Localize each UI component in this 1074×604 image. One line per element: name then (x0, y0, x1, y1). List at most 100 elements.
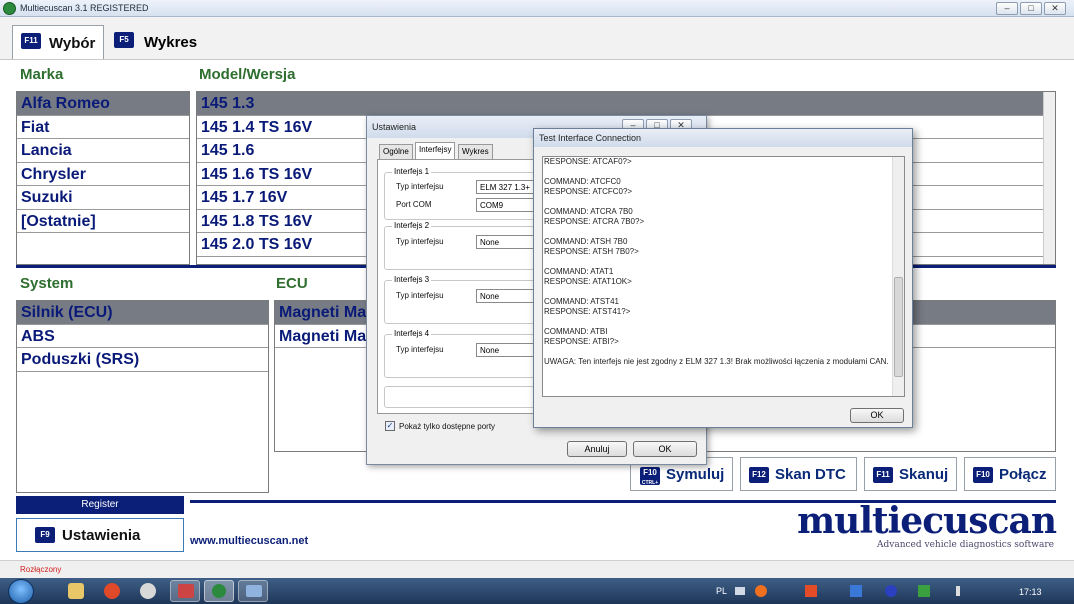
explorer-icon[interactable] (68, 583, 84, 599)
taskbar-multiecuscan[interactable] (204, 580, 234, 602)
window-icon (178, 584, 194, 598)
model-header: Model/Wersja (199, 66, 296, 83)
interface-4-title: Interfejs 4 (392, 329, 432, 338)
list-item[interactable]: 145 1.3 (197, 92, 1055, 116)
minimize-icon: – (1004, 3, 1010, 13)
log-scrollbar[interactable] (892, 157, 904, 396)
window-titlebar: Multiecuscan 3.1 REGISTERED – □ ✕ (0, 0, 1074, 17)
logo-name: multiecuscan (797, 500, 1057, 542)
tab-wykres-label: Wykres (144, 34, 198, 51)
scan-dtc-button[interactable]: F12 Skan DTC (740, 457, 857, 491)
model-list-scrollbar[interactable] (1043, 92, 1055, 264)
close-button[interactable]: ✕ (1044, 2, 1066, 15)
tab-strip: F11 Wybór F5 Wykres (0, 17, 1074, 60)
test-connection-title: Test Interface Connection (534, 129, 912, 147)
tab-general[interactable]: Ogólne (379, 144, 413, 159)
list-item[interactable]: Suzuki (17, 186, 189, 210)
cancel-button[interactable]: Anuluj (567, 441, 627, 457)
scan-label: Skanuj (899, 466, 949, 483)
system-header: System (20, 275, 74, 292)
maximize-icon: □ (1028, 3, 1034, 13)
connect-label: Połącz (999, 466, 1047, 483)
available-ports-checkbox[interactable]: ✓ (385, 421, 395, 431)
empty-group (384, 386, 544, 408)
clock[interactable]: 17:13 (1019, 587, 1042, 597)
marka-list[interactable]: Alfa Romeo Fiat Lancia Chrysler Suzuki [… (16, 91, 190, 265)
close-icon: ✕ (1051, 3, 1059, 13)
tray-app-icon[interactable] (850, 585, 862, 597)
list-item[interactable]: Lancia (17, 139, 189, 163)
chrome-icon[interactable] (104, 583, 120, 599)
tab-interfaces[interactable]: Interfejsy (415, 142, 456, 160)
status-bar: Rozłączony (0, 560, 1074, 578)
connection-log[interactable]: RESPONSE: ATCAF0?> COMMAND: ATCFC0 RESPO… (542, 156, 905, 397)
list-item[interactable]: Fiat (17, 116, 189, 139)
tray-app-icon[interactable] (755, 585, 767, 597)
interface-4-type-label: Typ interfejsu (396, 345, 444, 354)
test-connection-dialog: Test Interface Connection RESPONSE: ATCA… (533, 128, 913, 428)
f5-key-icon: F5 (114, 32, 134, 48)
tab-wybor[interactable]: F11 Wybór (12, 25, 104, 59)
register-button[interactable]: Register (16, 496, 184, 514)
simulate-label: Symuluj (666, 466, 725, 483)
tab-wybor-label: Wybór (49, 35, 96, 52)
logo-tagline: Advanced vehicle diagnostics software (877, 540, 1054, 550)
interface-1-title: Interfejs 1 (392, 167, 432, 176)
f10-ctrl-key-icon: F10 CTRL+ (640, 467, 660, 486)
window-title: Multiecuscan 3.1 REGISTERED (20, 3, 149, 13)
scan-button[interactable]: F11 Skanuj (864, 457, 957, 491)
taskbar-app-3[interactable] (238, 580, 268, 602)
f11-key-icon: F11 (873, 467, 893, 483)
key-label: F10 (643, 468, 657, 477)
tray-app-icon[interactable] (805, 585, 817, 597)
app-icon[interactable] (140, 583, 156, 599)
log-scroll-thumb[interactable] (894, 277, 903, 377)
list-item[interactable]: Poduszki (SRS) (17, 348, 268, 372)
available-ports-label: Pokaż tylko dostępne porty (399, 422, 496, 431)
interface-3-type-label: Typ interfejsu (396, 291, 444, 300)
settings-label: Ustawienia (62, 527, 141, 544)
ecu-header: ECU (276, 275, 308, 292)
taskbar-app-1[interactable] (170, 580, 200, 602)
f12-key-icon: F12 (749, 467, 769, 483)
interface-1-type-label: Typ interfejsu (396, 182, 444, 191)
list-item[interactable]: Silnik (ECU) (17, 301, 268, 325)
website-link[interactable]: www.multiecuscan.net (190, 535, 308, 547)
ok-button[interactable]: OK (633, 441, 697, 457)
multiecuscan-icon (212, 584, 226, 598)
connection-status: Rozłączony (20, 565, 62, 574)
list-item[interactable]: ABS (17, 325, 268, 348)
app-icon (3, 2, 16, 15)
test-ok-button[interactable]: OK (850, 408, 904, 423)
list-item[interactable]: [Ostatnie] (17, 210, 189, 233)
marka-header: Marka (20, 66, 64, 83)
interface-1-port-label: Port COM (396, 200, 432, 209)
connect-button[interactable]: F10 Połącz (964, 457, 1056, 491)
bluetooth-icon[interactable] (885, 585, 897, 597)
keyboard-icon[interactable] (735, 587, 745, 595)
list-item[interactable]: Alfa Romeo (17, 92, 189, 116)
f10-key-icon: F10 (973, 467, 993, 483)
key-sub-label: CTRL+ (641, 480, 659, 486)
language-indicator[interactable]: PL (716, 586, 727, 596)
tray-icons (735, 585, 971, 599)
volume-icon[interactable] (956, 586, 968, 596)
logo: multiecuscan Advanced vehicle diagnostic… (797, 500, 1057, 550)
f11-key-icon: F11 (21, 33, 41, 49)
tab-chart[interactable]: Wykres (458, 144, 493, 159)
system-list[interactable]: Silnik (ECU) ABS Poduszki (SRS) (16, 300, 269, 493)
start-button[interactable] (8, 579, 34, 604)
list-item[interactable]: Chrysler (17, 163, 189, 186)
f9-key-icon: F9 (35, 527, 55, 543)
interface-3-title: Interfejs 3 (392, 275, 432, 284)
minimize-button[interactable]: – (996, 2, 1018, 15)
monitor-icon (246, 585, 262, 597)
interface-2-type-label: Typ interfejsu (396, 237, 444, 246)
scan-dtc-label: Skan DTC (775, 466, 846, 483)
tab-wykres[interactable]: F5 Wykres (108, 25, 200, 59)
log-text: RESPONSE: ATCAF0?> COMMAND: ATCFC0 RESPO… (544, 157, 889, 366)
interface-2-title: Interfejs 2 (392, 221, 432, 230)
maximize-button[interactable]: □ (1020, 2, 1042, 15)
settings-button[interactable]: F9 Ustawienia (16, 518, 184, 552)
tray-app-icon[interactable] (918, 585, 930, 597)
